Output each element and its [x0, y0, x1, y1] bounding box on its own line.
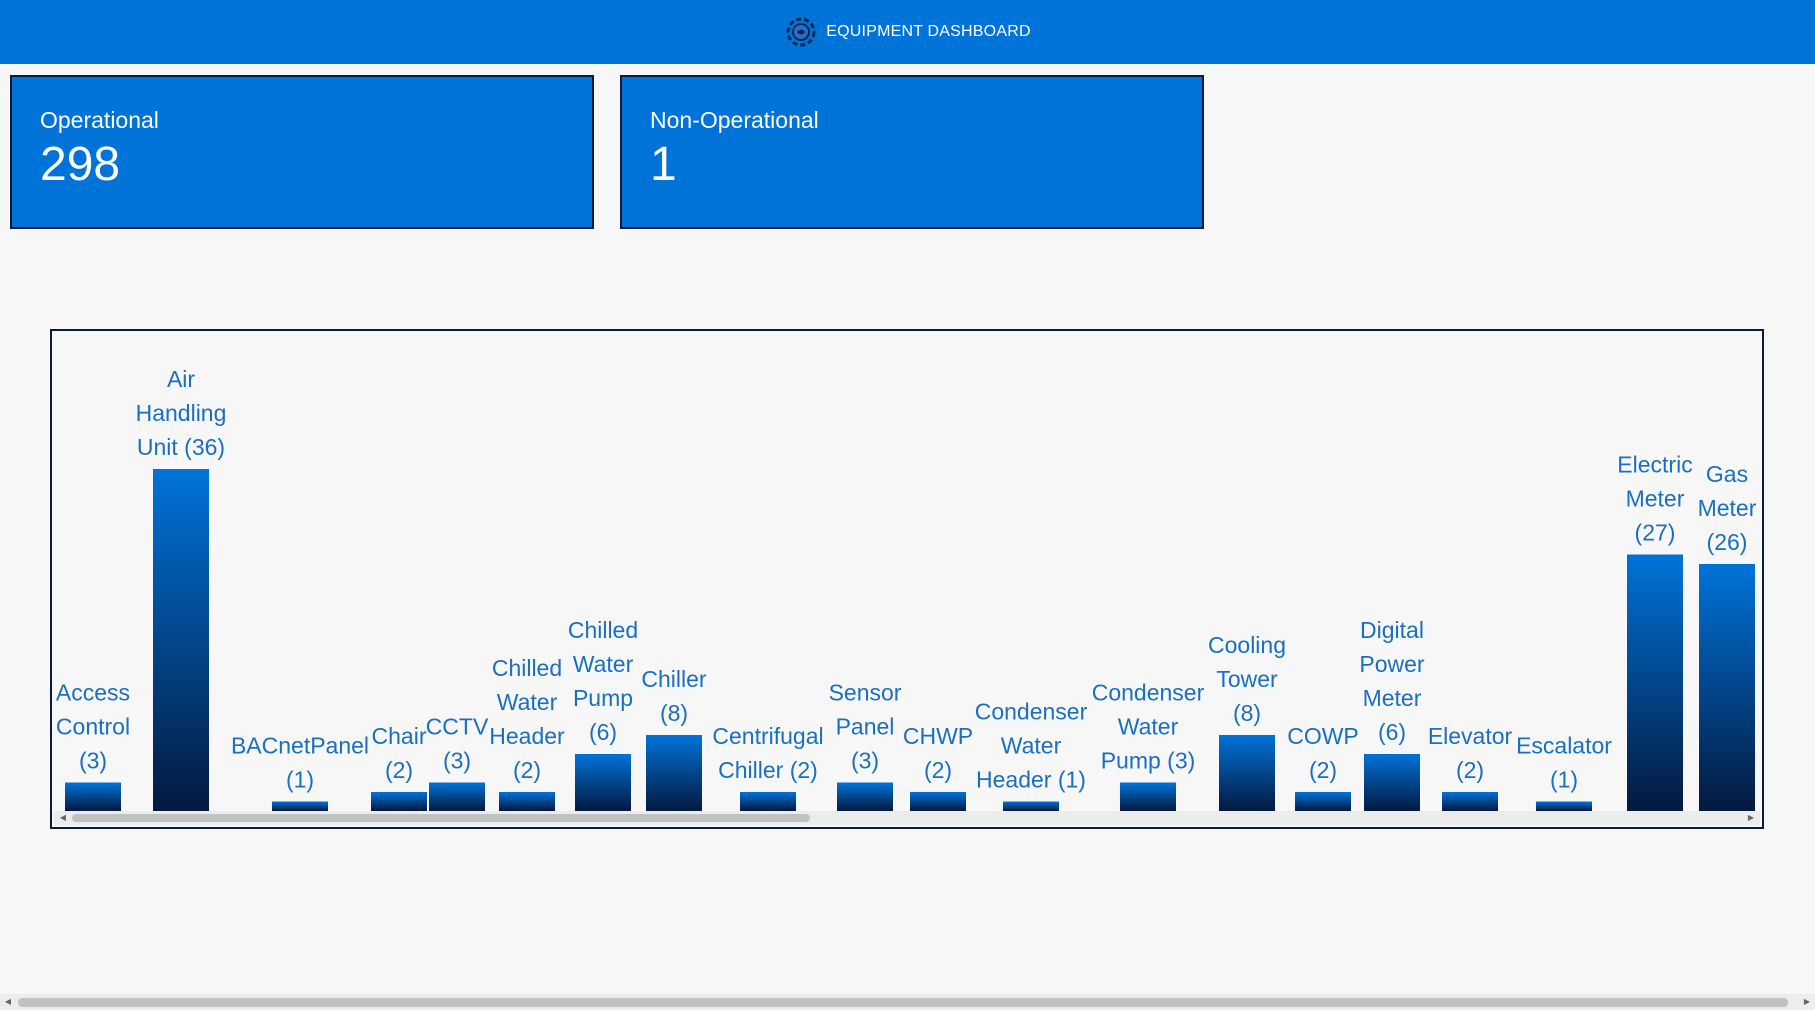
bar-label: Chiller (8)	[641, 666, 707, 726]
non-operational-label: Non-Operational	[650, 107, 819, 133]
bar-label: Centrifugal Chiller (2)	[712, 723, 823, 783]
bar-label: Air Handling Unit (36)	[136, 366, 227, 460]
chart-bar[interactable]	[1699, 564, 1755, 811]
equipment-bar-chart: Access Control (3) Air Handling Unit (36) BACn…	[50, 329, 1764, 829]
bar-label: Escalator (1)	[1516, 733, 1612, 793]
non-operational-count: 1	[650, 138, 677, 191]
chart-bar[interactable]	[1219, 735, 1275, 811]
bar-label: Chilled Water Header (2)	[489, 655, 565, 783]
chart-bar[interactable]	[371, 792, 427, 811]
chart-bar[interactable]	[499, 792, 555, 811]
chart-bar[interactable]	[65, 782, 121, 812]
chart-canvas: Access Control (3) Air Handling Unit (36) BACn…	[56, 366, 1757, 812]
header-title-group: EQUIPMENT DASHBOARD	[784, 15, 1031, 49]
chart-bar[interactable]	[1003, 801, 1059, 812]
bar-label: Access Control (3)	[56, 680, 130, 774]
chart-scroll-thumb[interactable]	[72, 814, 810, 822]
operational-label: Operational	[40, 107, 159, 133]
bar-label: Condenser Water Header (1)	[975, 699, 1088, 793]
chart-bar[interactable]	[1536, 801, 1592, 812]
chart-bar[interactable]	[1295, 792, 1351, 811]
chart-bar[interactable]	[837, 782, 893, 812]
bar-label: COWP (2)	[1287, 723, 1359, 783]
page-scroll-thumb[interactable]	[18, 998, 1788, 1007]
chart-bar[interactable]	[1364, 754, 1420, 811]
bar-label: BACnetPanel (1)	[231, 733, 369, 793]
header-bar: EQUIPMENT DASHBOARD	[0, 0, 1815, 64]
bar-label: Electric Meter (27)	[1617, 452, 1692, 546]
chart-bar[interactable]	[646, 735, 702, 811]
bar-label: Chair (2)	[372, 723, 427, 783]
bar-label: CCTV (3)	[426, 714, 489, 774]
bar-label: Sensor Panel (3)	[829, 680, 902, 774]
chart-bar[interactable]	[429, 782, 485, 812]
chart-bar[interactable]	[1442, 792, 1498, 811]
page-scroll-right-icon[interactable]: ▶	[1799, 994, 1815, 1010]
bar-label: Chilled Water Pump (6)	[568, 617, 638, 745]
chart-bar[interactable]	[740, 792, 796, 811]
bar-label: Condenser Water Pump (3)	[1092, 680, 1205, 774]
bar-label: Gas Meter (26)	[1698, 461, 1757, 555]
chart-bar[interactable]	[1120, 782, 1176, 812]
non-operational-card[interactable]: Non-Operational 1	[620, 75, 1204, 229]
bar-label: Digital Power Meter (6)	[1359, 617, 1425, 745]
chart-bar[interactable]	[575, 754, 631, 811]
gear-network-icon	[786, 17, 816, 47]
bar-label: CHWP (2)	[903, 723, 973, 783]
scroll-right-icon[interactable]: ▶	[1744, 811, 1758, 825]
page-title: EQUIPMENT DASHBOARD	[826, 23, 1031, 40]
bar-label: Elevator (2)	[1428, 723, 1513, 783]
page-scroll-left-icon[interactable]: ◀	[0, 994, 16, 1010]
scroll-left-icon[interactable]: ◀	[56, 811, 70, 825]
chart-bar[interactable]	[910, 792, 966, 811]
chart-bar[interactable]	[272, 801, 328, 812]
page-horizontal-scrollbar[interactable]: ◀ ▶	[0, 994, 1815, 1010]
chart-horizontal-scrollbar[interactable]: ◀ ▶	[54, 811, 1760, 825]
operational-count: 298	[40, 138, 121, 191]
operational-card[interactable]: Operational 298	[10, 75, 594, 229]
chart-bar[interactable]	[1627, 554, 1683, 812]
bar-label: Cooling Tower (8)	[1208, 632, 1286, 726]
chart-bar[interactable]	[153, 469, 209, 811]
